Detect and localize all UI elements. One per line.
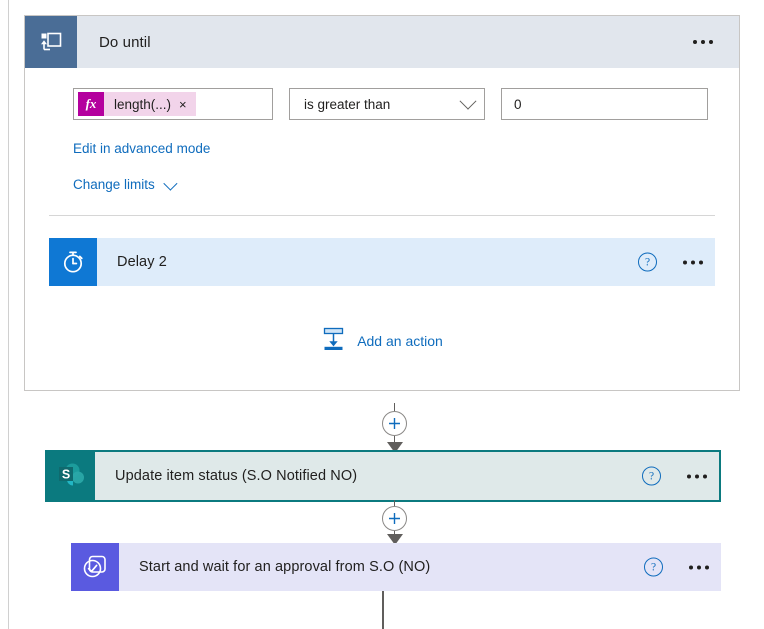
insert-action-icon [321,327,346,354]
condition-operator-dropdown[interactable]: is greater than [289,88,485,120]
condition-row: fx length(...) × is greater than 0 [49,88,715,120]
action-card-controls: ? [642,466,707,486]
do-until-body: fx length(...) × is greater than 0 Edit … [25,68,739,216]
change-limits-row: Change limits [49,176,715,192]
connector-approval-tail [382,591,384,629]
insert-step-button[interactable] [382,411,407,436]
action-card-body: Update item status (S.O Notified NO) ? [95,452,719,500]
add-an-action-label: Add an action [357,332,443,349]
do-until-title: Do until [99,33,151,51]
do-until-scope-card: Do until fx length(...) × is greater tha… [24,15,740,391]
action-card-update-item-status[interactable]: S Update item status (S.O Notified NO) ? [45,450,721,502]
connector-line [382,591,384,629]
expression-token[interactable]: fx length(...) × [78,92,196,116]
sharepoint-icon: S [47,452,95,500]
edit-advanced-mode-row: Edit in advanced mode [49,140,715,156]
condition-operator-label: is greater than [304,96,391,112]
connector-scope-to-sharepoint [382,403,407,453]
condition-value-text: 0 [514,96,522,112]
page-left-rule [8,0,9,629]
plus-circle-icon [389,513,400,524]
change-limits-label: Change limits [73,177,155,192]
edit-in-advanced-mode-label: Edit in advanced mode [73,141,211,156]
overflow-menu-icon[interactable] [683,260,703,264]
action-card-controls: ? [644,557,709,577]
change-limits-link[interactable]: Change limits [73,176,178,192]
action-card-delay[interactable]: Delay 2 ? [49,238,715,286]
overflow-menu-icon[interactable] [689,565,709,569]
action-card-controls: ? [638,252,703,272]
expression-token-label: length(...) [114,96,172,112]
do-until-header[interactable]: Do until [25,16,739,68]
edit-in-advanced-mode-link[interactable]: Edit in advanced mode [73,141,210,156]
remove-token-icon[interactable]: × [179,98,196,111]
fx-icon: fx [78,92,104,116]
action-title-delay: Delay 2 [117,254,167,270]
svg-text:S: S [62,467,70,481]
action-card-start-and-wait-approval[interactable]: Start and wait for an approval from S.O … [71,543,721,591]
stopwatch-icon [49,238,97,286]
condition-expression-field[interactable]: fx length(...) × [73,88,273,120]
chevron-down-icon [163,176,178,191]
action-title-start-and-wait-approval: Start and wait for an approval from S.O … [139,559,431,575]
insert-step-button[interactable] [382,506,407,531]
plus-circle-icon [389,418,400,429]
do-until-overflow-menu[interactable] [685,32,721,52]
do-until-loop-icon [25,16,77,68]
help-icon[interactable]: ? [638,252,657,272]
overflow-menu-icon[interactable] [687,474,707,478]
chevron-down-icon [459,92,477,110]
overflow-menu-icon [693,40,713,44]
scope-inner-actions: Delay 2 ? Add an action [25,216,739,390]
connector-sharepoint-to-approval [382,500,407,545]
help-icon[interactable]: ? [644,557,663,577]
condition-value-input[interactable]: 0 [501,88,708,120]
connector-line [393,403,396,411]
help-icon[interactable]: ? [642,466,661,486]
action-title-update-item-status: Update item status (S.O Notified NO) [115,468,358,484]
approvals-icon [71,543,119,591]
add-an-action-button[interactable]: Add an action [49,286,715,390]
